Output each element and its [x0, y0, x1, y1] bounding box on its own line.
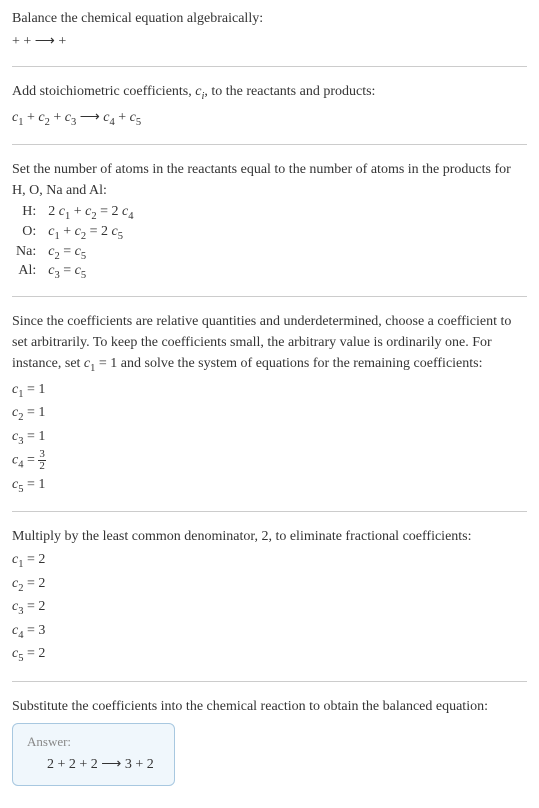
coef-item: c4 = 32 [12, 449, 527, 473]
coef-item: c5 = 2 [12, 643, 527, 667]
table-row: Al: c3 = c5 [12, 262, 137, 282]
divider [12, 681, 527, 682]
step1-equation: + + ⟶ + [12, 31, 527, 52]
atom-label: H: [12, 203, 44, 223]
step-solve: Since the coefficients are relative quan… [12, 311, 527, 497]
step2-title: Add stoichiometric coefficients, ci, to … [12, 81, 527, 105]
coef-item: c2 = 2 [12, 573, 527, 597]
answer-box: Answer: 2 + 2 + 2 ⟶ 3 + 2 [12, 723, 175, 786]
step-balance-title: Balance the chemical equation algebraica… [12, 8, 527, 52]
coef-item: c5 = 1 [12, 474, 527, 498]
atom-eq: c3 = c5 [44, 262, 137, 282]
divider [12, 144, 527, 145]
atom-label: O: [12, 223, 44, 243]
coef-list: c1 = 1 c2 = 1 c3 = 1 c4 = 32 c5 = 1 [12, 379, 527, 497]
coef-item: c2 = 1 [12, 402, 527, 426]
table-row: O: c1 + c2 = 2 c5 [12, 223, 137, 243]
divider [12, 511, 527, 512]
coef-item: c1 = 2 [12, 549, 527, 573]
divider [12, 66, 527, 67]
step-stoich: Add stoichiometric coefficients, ci, to … [12, 81, 527, 130]
coef-item: c4 = 3 [12, 620, 527, 644]
step3-title: Set the number of atoms in the reactants… [12, 159, 527, 201]
step-substitute: Substitute the coefficients into the che… [12, 696, 527, 786]
atom-eq: c1 + c2 = 2 c5 [44, 223, 137, 243]
coef-item: c3 = 2 [12, 596, 527, 620]
atom-equations-table: H: 2 c1 + c2 = 2 c4 O: c1 + c2 = 2 c5 Na… [12, 203, 137, 282]
atom-label: Na: [12, 243, 44, 263]
step2-equation: c1 + c2 + c3 ⟶ c4 + c5 [12, 107, 527, 131]
step5-title: Multiply by the least common denominator… [12, 526, 527, 547]
coef-list: c1 = 2 c2 = 2 c3 = 2 c4 = 3 c5 = 2 [12, 549, 527, 667]
step1-title: Balance the chemical equation algebraica… [12, 8, 527, 29]
answer-label: Answer: [27, 734, 154, 750]
table-row: H: 2 c1 + c2 = 2 c4 [12, 203, 137, 223]
step-lcd: Multiply by the least common denominator… [12, 526, 527, 667]
divider [12, 296, 527, 297]
step6-title: Substitute the coefficients into the che… [12, 696, 527, 717]
coef-item: c1 = 1 [12, 379, 527, 403]
atom-label: Al: [12, 262, 44, 282]
step-atoms: Set the number of atoms in the reactants… [12, 159, 527, 282]
table-row: Na: c2 = c5 [12, 243, 137, 263]
atom-eq: 2 c1 + c2 = 2 c4 [44, 203, 137, 223]
step4-title: Since the coefficients are relative quan… [12, 311, 527, 377]
atom-eq: c2 = c5 [44, 243, 137, 263]
answer-equation: 2 + 2 + 2 ⟶ 3 + 2 [27, 756, 154, 773]
coef-item: c3 = 1 [12, 426, 527, 450]
